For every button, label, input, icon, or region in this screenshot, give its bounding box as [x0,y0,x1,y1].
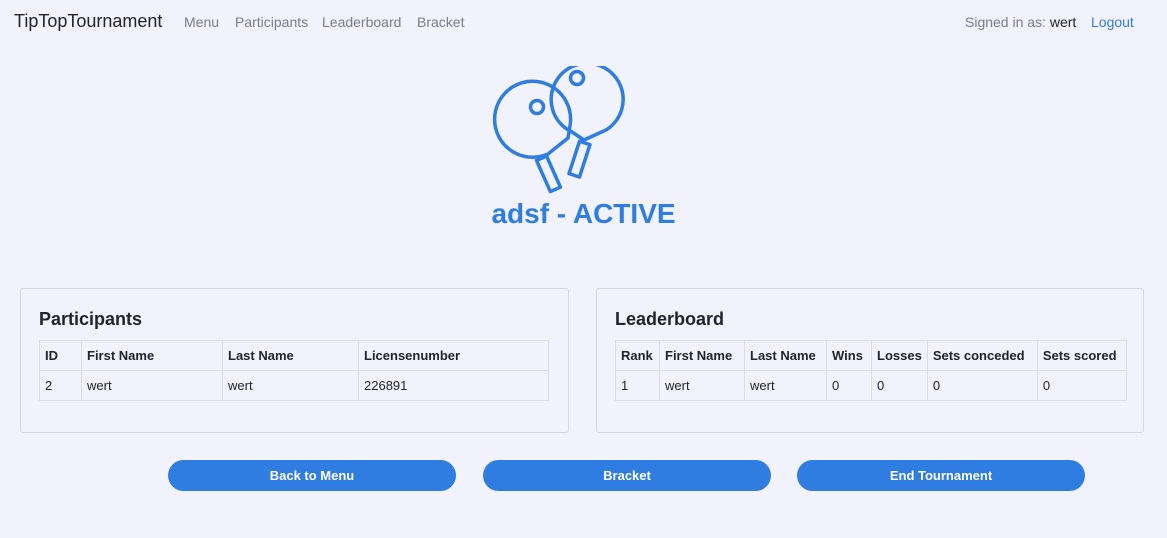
column-header-licensenumber: Licensenumber [358,340,549,371]
participant-licensenumber: 226891 [358,370,549,401]
participants-card-title: Participants [39,309,143,329]
column-header-sets-scored: Sets scored [1036,340,1127,371]
column-header-last-name: Last Name [744,340,827,371]
leaderboard-table: Rank First Name Last Name Wins Losses Se… [615,340,1127,401]
leaderboard-sets-conceded: 0 [926,370,1038,401]
column-header-sets-conceded: Sets conceded [926,340,1038,371]
bracket-button[interactable]: Bracket [483,460,771,491]
leaderboard-sets-scored: 0 [1036,370,1127,401]
column-header-last-name: Last Name [222,340,359,371]
brand-link[interactable]: TipTopTournament [14,11,162,32]
column-header-first-name: First Name [81,340,223,371]
nav-link-menu[interactable]: Menu [184,14,219,30]
nav-link-leaderboard[interactable]: Leaderboard [322,14,401,30]
signed-in-label: Signed in as: [965,14,1046,30]
tournament-title: adsf - ACTIVE [491,198,676,229]
table-row: 2 wert wert 226891 [39,370,549,401]
signed-in-username: wert [1049,14,1077,30]
leaderboard-first-name: wert [659,370,745,401]
nav-link-participants[interactable]: Participants [235,14,308,30]
leaderboard-wins: 0 [826,370,872,401]
column-header-losses: Losses [871,340,928,371]
column-header-first-name: First Name [659,340,745,371]
leaderboard-losses: 0 [871,370,928,401]
signed-in-status: Signed in as: wert [965,14,1076,30]
leaderboard-rank: 1 [615,370,660,401]
column-header-rank: Rank [615,340,660,371]
logout-link[interactable]: Logout [1091,14,1134,30]
participant-id: 2 [39,370,82,401]
ping-pong-paddles-icon [492,66,625,194]
participant-first-name: wert [81,370,223,401]
navbar: TipTopTournament Menu Participants Leade… [0,0,1167,44]
leaderboard-card-title: Leaderboard [615,309,725,329]
end-tournament-button[interactable]: End Tournament [797,460,1085,491]
participants-header-row: ID First Name Last Name Licensenumber [39,340,549,371]
table-row: 1 wert wert 0 0 0 0 [615,370,1127,401]
leaderboard-card: Leaderboard Rank First Name Last Name Wi… [596,288,1144,433]
column-header-id: ID [39,340,82,371]
leaderboard-header-row: Rank First Name Last Name Wins Losses Se… [615,340,1127,371]
back-to-menu-button[interactable]: Back to Menu [168,460,456,491]
participants-table: ID First Name Last Name Licensenumber 2 … [39,340,549,401]
participant-last-name: wert [222,370,359,401]
nav-link-bracket[interactable]: Bracket [417,14,464,30]
column-header-wins: Wins [826,340,872,371]
participants-card: Participants ID First Name Last Name Lic… [20,288,569,433]
leaderboard-last-name: wert [744,370,827,401]
